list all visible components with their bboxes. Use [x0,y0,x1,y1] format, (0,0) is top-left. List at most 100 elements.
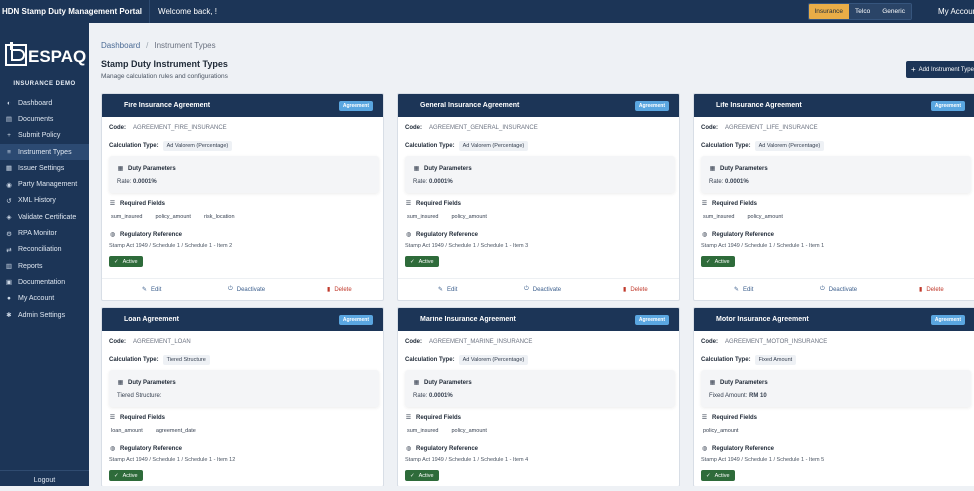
sidebar-item-reconciliation[interactable]: ⇄ Reconciliation [0,242,89,258]
my-account-menu[interactable]: My Account [938,7,974,16]
edit-button[interactable]: ✎ Edit [734,286,753,294]
code-label: Code: [701,339,718,345]
breadcrumb-home-link[interactable]: Dashboard [101,41,140,50]
status-label: Active [714,472,730,479]
deactivate-button[interactable]: ⏻ Deactivate [228,286,265,293]
calc-type-pill: Tiered Structure [162,355,210,365]
sidebar-item-validate-certificate[interactable]: ◈ Validate Certificate [0,209,89,225]
breadcrumb-current: Instrument Types [154,41,216,50]
category-badge: Agreement [338,314,373,325]
code-row: Code: AGREEMENT_LIFE_INSURANCE [701,125,818,131]
sidebar-item-reports[interactable]: ▥ Reports [0,258,89,274]
duty-parameters-label: Duty Parameters [128,379,176,386]
edit-button[interactable]: ✎ Edit [142,286,162,294]
document-icon: ▤ [5,116,13,124]
regulatory-reference-heading: ◍ Regulatory Reference [405,231,478,239]
code-value: AGREEMENT_LIFE_INSURANCE [725,125,818,131]
deactivate-button[interactable]: ⏻ Deactivate [524,286,561,293]
card-title: Life Insurance Agreement [716,102,802,109]
code-label: Code: [109,125,126,131]
delete-button-label: Delete [926,286,944,293]
duty-parameters-heading: ▦ Duty Parameters [413,165,472,173]
sidebar-item-documents[interactable]: ▤ Documents [0,111,89,127]
mode-generic-button[interactable]: Generic [876,4,911,19]
duty-parameters-panel: ▦ Duty Parameters Fixed Amount: RM 10 [701,370,971,407]
code-label: Code: [701,125,718,131]
code-label: Code: [405,125,422,131]
calc-type-label: Calculation Type: [701,357,751,363]
delete-button[interactable]: ▮ Delete [327,286,352,294]
card-actions: ✎ Edit ⏻ Deactivate ▮ Delete [102,278,383,300]
breadcrumb-separator: / [146,41,149,50]
sidebar-item-label: Documentation [18,278,66,286]
required-fields-list: sum_insured policy_amount [699,212,792,222]
mode-telco-button[interactable]: Telco [849,4,877,19]
sidebar-item-dashboard[interactable]: ◐ Dashboard [0,95,89,111]
field-chip: sum_insured [407,214,439,220]
edit-button-label: Edit [151,286,162,293]
calc-type-label: Calculation Type: [109,357,159,363]
delete-button[interactable]: ▮ Delete [919,286,944,294]
power-icon: ⏻ [820,286,825,292]
sidebar-item-admin-settings[interactable]: ✱ Admin Settings [0,307,89,323]
trash-icon: ▮ [919,287,923,293]
instrument-card: Fire Insurance Agreement Agreement Code: AG… [101,93,384,301]
duty-parameter-row: Rate: 0.0001% [413,179,453,185]
sidebar-item-label: Instrument Types [18,148,72,156]
logout-button[interactable]: Logout [0,470,89,486]
deactivate-button[interactable]: ⏻ Deactivate [820,286,857,293]
app-title[interactable]: HDN Stamp Duty Management Portal [0,0,149,23]
card-header: Marine Insurance Agreement Agreement [398,308,679,331]
required-fields-label: Required Fields [416,200,462,207]
globe-icon: ◍ [701,232,708,238]
sidebar-item-xml-history[interactable]: ↺ XML History [0,193,89,209]
sidebar-item-instrument-types[interactable]: ≡ Instrument Types [0,143,89,161]
deactivate-button-label: Deactivate [236,286,266,293]
required-fields-label: Required Fields [120,200,166,207]
sidebar-item-issuer-settings[interactable]: ▦ Issuer Settings [0,160,89,176]
duty-parameters-panel: ▦ Duty Parameters Rate: 0.0001% [109,156,379,193]
history-icon: ↺ [6,197,12,205]
edit-icon: ✎ [438,287,444,293]
logo-text: ESPAQ [28,47,86,66]
trash-icon: ▮ [623,287,627,293]
card-title: Fire Insurance Agreement [124,102,211,109]
add-instrument-type-button[interactable]: + Add Instrument Type [906,61,974,78]
code-row: Code: AGREEMENT_LOAN [109,339,191,345]
duty-parameters-heading: ▦ Duty Parameters [413,379,472,387]
sidebar-item-submit-policy[interactable]: + Submit Policy [0,128,89,144]
globe-icon: ◍ [109,446,116,452]
regulatory-reference-text: Stamp Act 1949 / Schedule 1 / Schedule 1… [405,243,529,249]
sidebar-item-party-management[interactable]: ◉ Party Management [0,176,89,192]
breadcrumb: Dashboard / Instrument Types [101,41,216,50]
required-fields-list: sum_insured policy_amount risk_location [107,212,244,222]
delete-button[interactable]: ▮ Delete [623,286,648,294]
field-chip: policy_amount [451,214,487,220]
gauge-icon: ◐ [7,99,11,107]
param-label: Fixed Amount: [709,393,748,399]
mode-insurance-button[interactable]: Insurance [808,4,850,19]
card-header: Motor Insurance Agreement Agreement [694,308,974,331]
card-title: Motor Insurance Agreement [716,316,809,323]
category-badge: Agreement [338,100,373,111]
status-badge: ✓ Active [405,256,439,267]
edit-button[interactable]: ✎ Edit [438,286,457,294]
category-badge: Agreement [930,314,965,325]
regulatory-reference-label: Regulatory Reference [120,231,183,238]
field-chip: policy_amount [747,214,783,220]
sidebar-item-label: Reconciliation [18,246,62,254]
check-icon: ✓ [410,472,415,479]
field-chip: risk_location [203,214,235,220]
card-header: Fire Insurance Agreement Agreement [102,94,383,117]
regulatory-reference-text: Stamp Act 1949 / Schedule 1 / Schedule 1… [405,457,529,463]
sidebar-nav: ◐ Dashboard ▤ Documents + Submit Policy ≡ Instr… [0,95,89,323]
duty-parameter-row: Rate: 0.0001% [709,179,749,185]
building-icon: ▦ [5,165,13,173]
sidebar-item-my-account[interactable]: ● My Account [0,291,89,307]
duty-parameters-label: Duty Parameters [424,165,472,172]
sidebar-item-label: XML History [18,197,56,205]
status-label: Active [418,258,434,265]
calculator-icon: ▦ [413,380,420,386]
sidebar-item-documentation[interactable]: ▣ Documentation [0,274,89,290]
sidebar-item-rpa-monitor[interactable]: ⚙ RPA Monitor [0,225,89,241]
